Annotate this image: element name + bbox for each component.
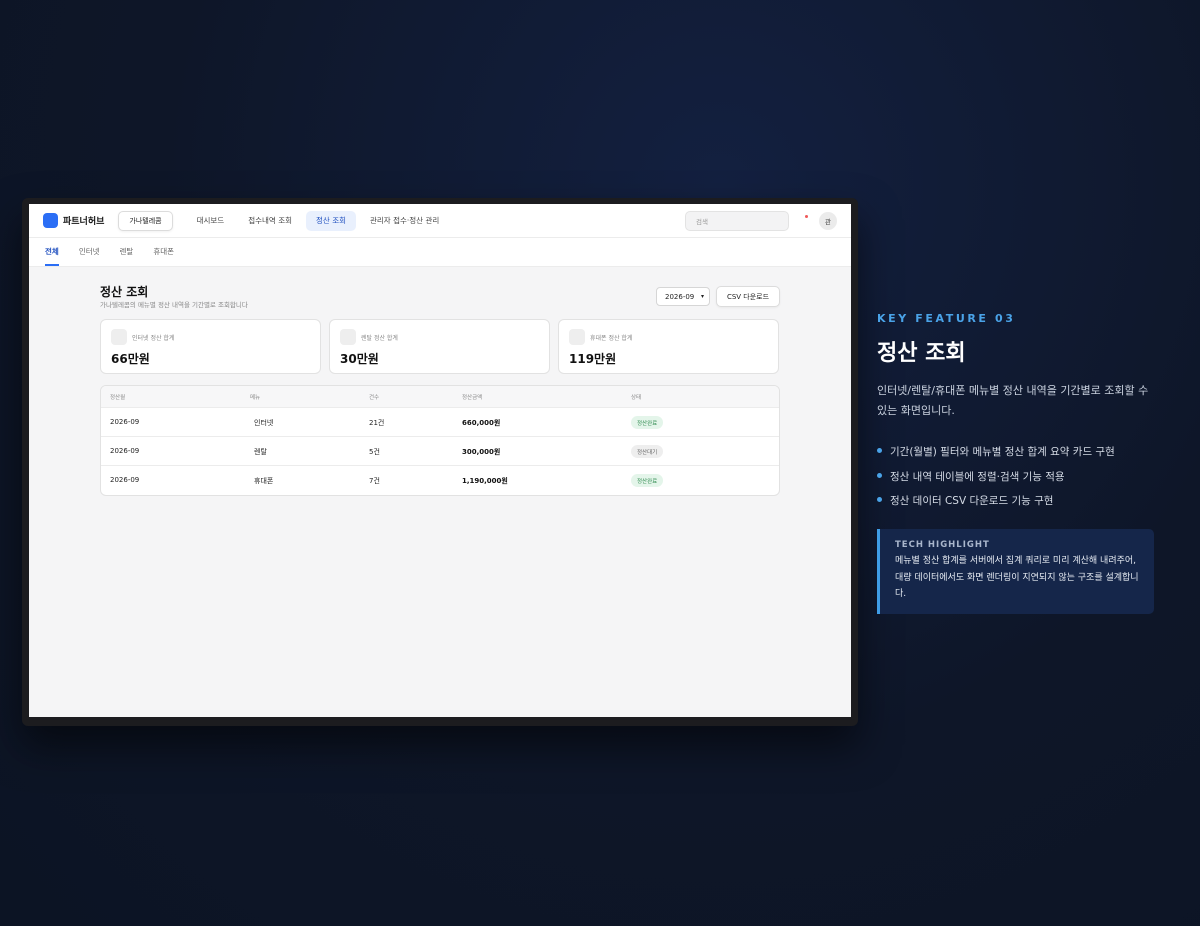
column-header-count[interactable]: 건수 bbox=[369, 393, 379, 401]
card-label: 인터넷 정산 합계 bbox=[132, 335, 175, 342]
tech-highlight-text: 메뉴별 정산 합계를 서버에서 집계 쿼리로 미리 계산해 내려주어, 대량 데… bbox=[895, 556, 1139, 599]
bullet-dot-icon bbox=[877, 472, 882, 478]
month-select[interactable]: 2026-09 ▾ bbox=[656, 287, 710, 306]
nav-item-dashboard[interactable]: 대시보드 bbox=[187, 211, 235, 231]
cell-amount: 300,000원 bbox=[462, 448, 501, 456]
tab-mobile[interactable]: 휴대폰 bbox=[153, 238, 174, 266]
feature-title: 정산 조회 bbox=[877, 341, 966, 366]
cell-count: 5건 bbox=[369, 448, 380, 456]
nav-item-receipts[interactable]: 접수내역 조회 bbox=[238, 211, 302, 231]
nav-item-admin[interactable]: 관리자 접수·정산 관리 bbox=[360, 211, 449, 231]
page-subtitle: 가나텔레콤의 메뉴별 정산 내역을 기간별로 조회합니다 bbox=[100, 301, 248, 309]
cell-count: 21건 bbox=[369, 419, 385, 427]
card-icon bbox=[340, 329, 356, 345]
card-label: 렌탈 정산 합계 bbox=[361, 335, 398, 342]
status-badge: 정산완료 bbox=[631, 416, 664, 429]
bullet-dot-icon bbox=[877, 448, 882, 453]
cell-month: 2026-09 bbox=[110, 476, 140, 484]
search-input[interactable]: 검색 bbox=[685, 211, 789, 231]
menu-tabs: 전체 인터넷 렌탈 휴대폰 bbox=[29, 238, 851, 267]
cell-month: 2026-09 bbox=[110, 447, 140, 455]
tab-internet[interactable]: 인터넷 bbox=[79, 238, 100, 266]
summary-card-rental: 렌탈 정산 합계 30만원 bbox=[329, 319, 550, 374]
card-value: 30만원 bbox=[340, 352, 379, 366]
column-header-amount[interactable]: 정산금액 bbox=[462, 393, 482, 401]
bullet-text: 정산 데이터 CSV 다운로드 기능 구현 bbox=[890, 495, 1054, 507]
list-item: 정산 내역 테이블에 정렬·검색 기능 적용 bbox=[877, 469, 1115, 494]
org-switch-button[interactable]: 가나텔레콤 bbox=[118, 210, 173, 231]
list-item: 정산 데이터 CSV 다운로드 기능 구현 bbox=[877, 493, 1115, 518]
tab-rental[interactable]: 렌탈 bbox=[120, 238, 134, 266]
cell-menu: 인터넷 bbox=[254, 419, 274, 427]
status-badge: 정산대기 bbox=[631, 445, 664, 458]
card-value: 119만원 bbox=[569, 352, 617, 366]
logo[interactable]: 파트너허브 bbox=[43, 213, 104, 228]
list-item: 기간(월별) 필터와 메뉴별 정산 합계 요약 카드 구현 bbox=[877, 444, 1115, 469]
cell-amount: 1,190,000원 bbox=[462, 477, 508, 485]
summary-card-mobile: 휴대폰 정산 합계 119만원 bbox=[558, 319, 779, 374]
avatar[interactable]: 관 bbox=[819, 212, 837, 230]
bullet-dot-icon bbox=[877, 497, 882, 502]
card-value: 66만원 bbox=[111, 352, 150, 366]
logo-text: 파트너허브 bbox=[63, 217, 105, 227]
csv-download-button[interactable]: CSV 다운로드 bbox=[716, 286, 780, 307]
feature-bullets: 기간(월별) 필터와 메뉴별 정산 합계 요약 카드 구현 정산 내역 테이블에… bbox=[877, 444, 1115, 518]
feature-description: 인터넷/렌탈/휴대폰 메뉴별 정산 내역을 기간별로 조회할 수 있는 화면입니… bbox=[877, 384, 1149, 417]
top-navigation: 파트너허브 가나텔레콤 대시보드 접수내역 조회 정산 조회 관리자 접수·정산… bbox=[29, 204, 851, 238]
column-header-month[interactable]: 정산월 bbox=[110, 393, 125, 401]
tab-all[interactable]: 전체 bbox=[45, 238, 59, 266]
cell-menu: 휴대폰 bbox=[254, 477, 274, 485]
table-header: 정산월 메뉴 건수 정산금액 상태 bbox=[101, 386, 779, 408]
card-icon bbox=[111, 329, 127, 345]
logo-icon bbox=[43, 213, 58, 228]
main-content: 정산 조회 가나텔레콤의 메뉴별 정산 내역을 기간별로 조회합니다 2026-… bbox=[29, 267, 851, 717]
tech-highlight-box: TECH HIGHLIGHT 메뉴별 정산 합계를 서버에서 집계 쿼리로 미리… bbox=[877, 529, 1154, 614]
bullet-text: 기간(월별) 필터와 메뉴별 정산 합계 요약 카드 구현 bbox=[890, 446, 1115, 458]
page-title: 정산 조회 bbox=[100, 285, 149, 299]
app-screen: 파트너허브 가나텔레콤 대시보드 접수내역 조회 정산 조회 관리자 접수·정산… bbox=[29, 204, 851, 717]
nav-item-settlement[interactable]: 정산 조회 bbox=[306, 210, 356, 231]
table-row[interactable]: 2026-09 렌탈 5건 300,000원 정산대기 bbox=[101, 437, 779, 466]
column-header-menu[interactable]: 메뉴 bbox=[250, 393, 260, 401]
feature-label: KEY FEATURE 03 bbox=[877, 312, 1016, 325]
card-icon bbox=[569, 329, 585, 345]
cell-month: 2026-09 bbox=[110, 418, 140, 426]
cell-amount: 660,000원 bbox=[462, 419, 501, 427]
settlement-table: 정산월 메뉴 건수 정산금액 상태 2026-09 인터넷 21건 660,00… bbox=[100, 385, 780, 496]
table-row[interactable]: 2026-09 휴대폰 7건 1,190,000원 정산완료 bbox=[101, 466, 779, 495]
summary-cards: 인터넷 정산 합계 66만원 렌탈 정산 합계 30만원 휴대폰 정산 합계 1… bbox=[100, 319, 779, 374]
month-select-value: 2026-09 bbox=[665, 292, 695, 301]
status-badge: 정산완료 bbox=[631, 474, 664, 487]
notification-dot-icon[interactable] bbox=[805, 215, 808, 218]
column-header-status[interactable]: 상태 bbox=[631, 393, 641, 401]
cell-menu: 렌탈 bbox=[254, 448, 267, 456]
summary-card-internet: 인터넷 정산 합계 66만원 bbox=[100, 319, 321, 374]
cell-count: 7건 bbox=[369, 477, 380, 485]
tech-highlight-label: TECH HIGHLIGHT bbox=[895, 540, 990, 550]
card-label: 휴대폰 정산 합계 bbox=[590, 335, 633, 342]
bullet-text: 정산 내역 테이블에 정렬·검색 기능 적용 bbox=[890, 470, 1065, 483]
chevron-down-icon: ▾ bbox=[700, 293, 704, 300]
table-row[interactable]: 2026-09 인터넷 21건 660,000원 정산완료 bbox=[101, 408, 779, 437]
main-nav: 대시보드 접수내역 조회 정산 조회 관리자 접수·정산 관리 bbox=[187, 210, 450, 231]
